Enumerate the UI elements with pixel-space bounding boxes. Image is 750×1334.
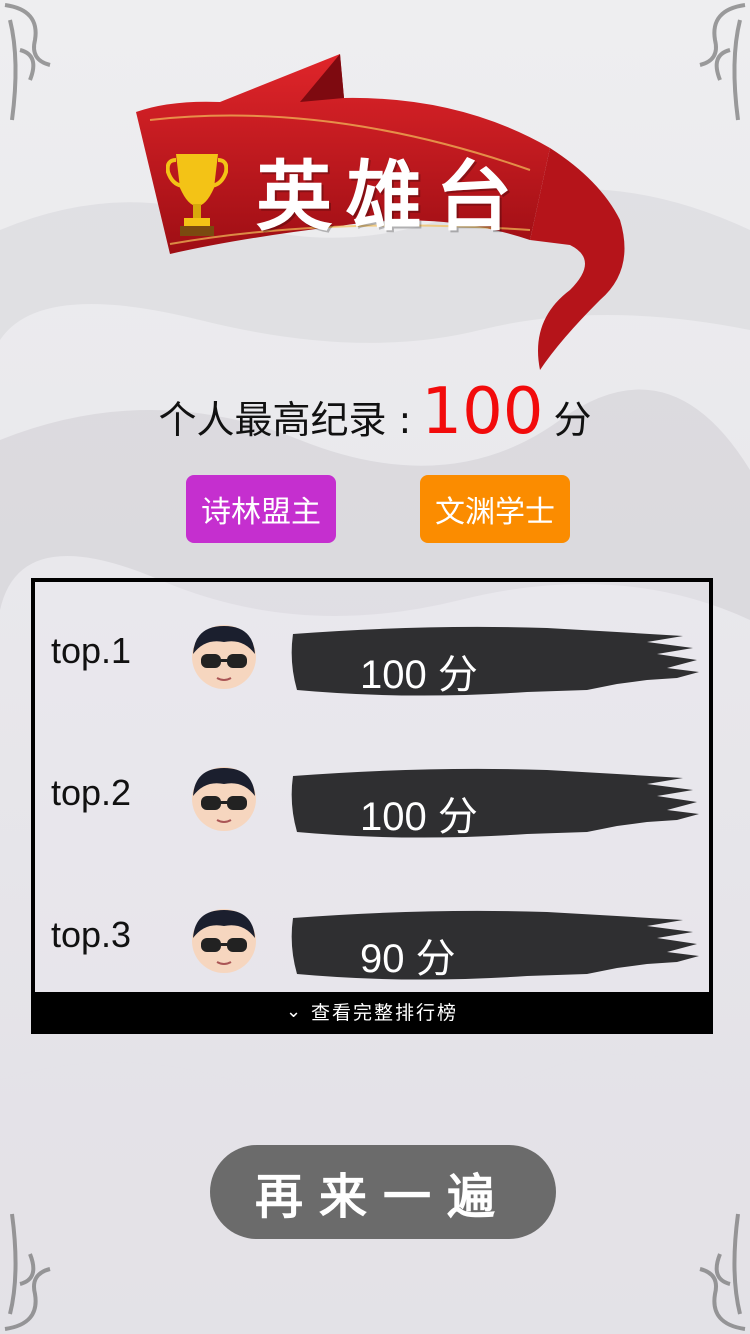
- best-record-value: 100: [421, 375, 544, 449]
- score-label: 90 分: [360, 937, 456, 981]
- corner-ornament-bottom-left: [4, 1213, 51, 1331]
- rank-label: top.1: [51, 630, 132, 671]
- ink-brush-stroke: [291, 768, 699, 838]
- corner-ornament-top-left: [4, 3, 51, 121]
- view-full-leaderboard-label: 查看完整排行榜: [311, 1001, 459, 1024]
- corner-ornament-top-right: [699, 3, 746, 121]
- ink-brush-stroke: [291, 910, 699, 980]
- best-record: 个人最高纪录 : 100 分: [0, 375, 750, 455]
- banner-title: 英雄台: [256, 152, 526, 241]
- rank-label: top.3: [51, 914, 132, 955]
- replay-button[interactable]: 再来一遍: [210, 1145, 556, 1239]
- leaderboard: top.1 100 分 top.2 100 分 top.3 90 分 ⌄ 查看完…: [31, 578, 713, 1034]
- rank-label: top.2: [51, 772, 132, 813]
- chevron-down-icon: ⌄: [285, 1000, 304, 1022]
- trophy-icon: [166, 154, 228, 236]
- best-record-unit: 分: [553, 398, 592, 442]
- best-record-label: 个人最高纪录 :: [158, 398, 412, 442]
- score-label: 100 分: [360, 653, 478, 697]
- corner-ornament-bottom-right: [699, 1213, 746, 1331]
- title-badge-wenyuan[interactable]: 文渊学士: [420, 475, 570, 543]
- avatar-icon: [192, 909, 256, 973]
- avatar-icon: [192, 625, 256, 689]
- leaderboard-row: top.2 100 分: [35, 738, 709, 839]
- leaderboard-row: top.1 100 分: [35, 596, 709, 697]
- ink-brush-stroke: [291, 626, 699, 696]
- score-label: 100 分: [360, 795, 478, 839]
- avatar-icon: [192, 767, 256, 831]
- leaderboard-row: top.3 90 分: [35, 880, 709, 981]
- view-full-leaderboard-link[interactable]: ⌄ 查看完整排行榜: [35, 992, 709, 1030]
- title-badge-shilin[interactable]: 诗林盟主: [186, 475, 336, 543]
